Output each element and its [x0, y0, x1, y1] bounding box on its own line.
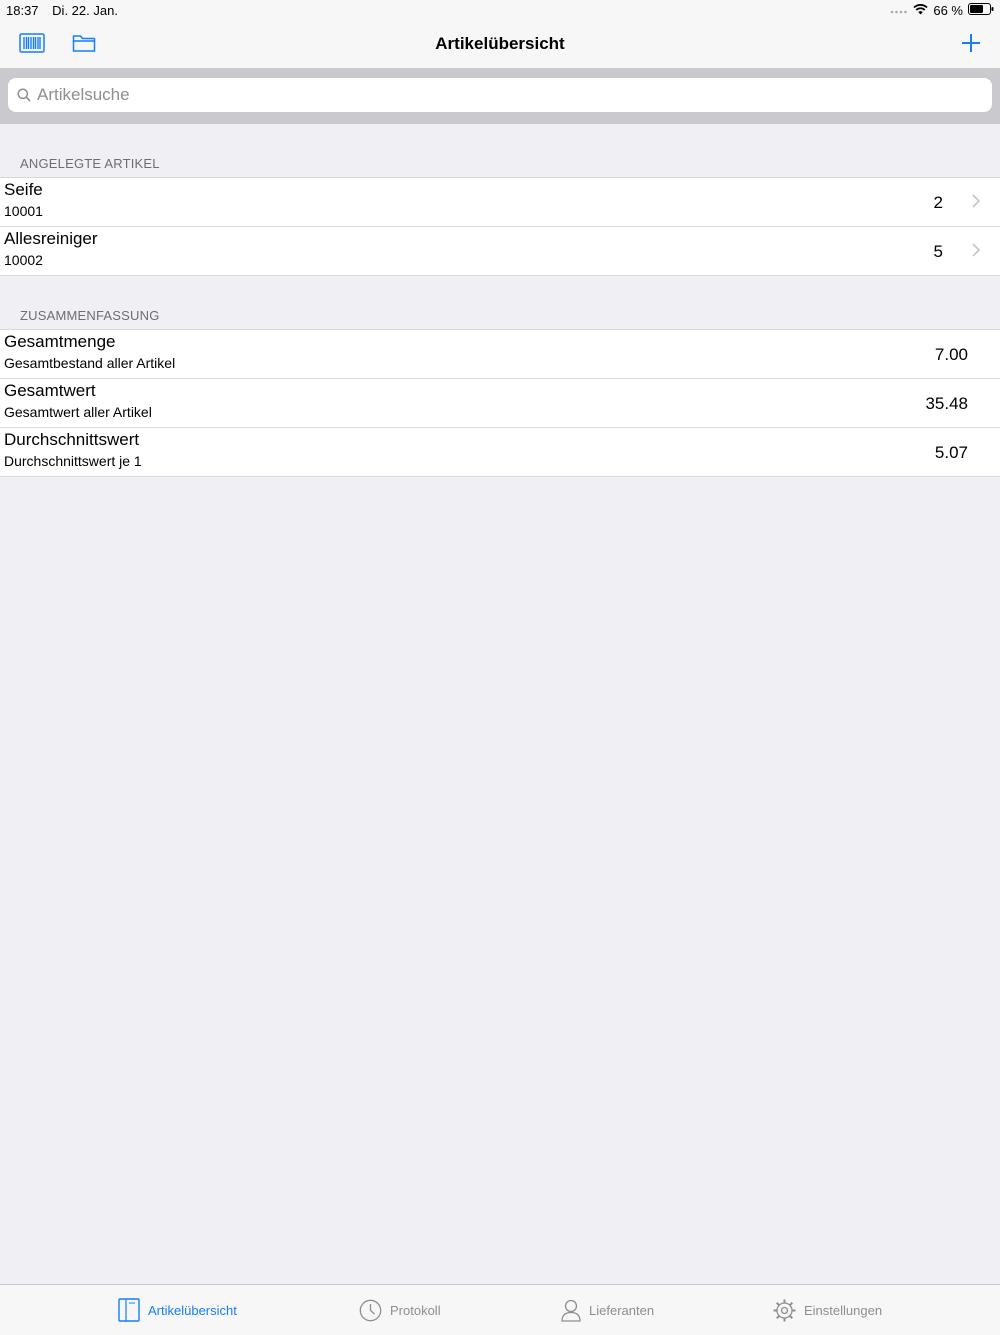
items-list: Seife 10001 2 Allesreiniger 10002 5: [0, 177, 1000, 276]
book-icon: [118, 1298, 140, 1322]
battery-icon: [968, 3, 994, 18]
signal-dots-icon: [890, 3, 908, 18]
status-left: 18:37 Di. 22. Jan.: [6, 3, 128, 18]
summary-row: Gesamtwert Gesamtwert aller Artikel 35.4…: [0, 379, 1000, 428]
tab-einstellungen[interactable]: Einstellungen: [773, 1297, 882, 1323]
page-title: Artikelübersicht: [435, 34, 565, 53]
status-time: 18:37: [6, 3, 39, 18]
search-input[interactable]: [37, 85, 937, 105]
tab-label: Lieferanten: [589, 1302, 655, 1318]
item-quantity: 2: [933, 193, 943, 212]
summary-value: 35.48: [925, 394, 968, 413]
wifi-icon: [913, 3, 928, 18]
tab-protokoll[interactable]: Protokoll: [359, 1297, 441, 1323]
summary-subtitle: Gesamtbestand aller Artikel: [4, 355, 176, 371]
summary-list: Gesamtmenge Gesamtbestand aller Artikel …: [0, 329, 1000, 477]
clock-icon: [359, 1299, 382, 1322]
navigation-bar: Artikelübersicht: [0, 22, 1000, 68]
item-quantity: 5: [933, 242, 943, 261]
search-bar: [0, 68, 1000, 124]
section-header-items: ANGELEGTE ARTIKEL: [20, 156, 160, 171]
tab-label: Einstellungen: [804, 1302, 883, 1318]
chevron-right-icon: [972, 243, 981, 262]
status-bar: 18:37 Di. 22. Jan. 66 %: [0, 0, 1000, 22]
chevron-right-icon: [972, 194, 981, 213]
summary-row: Gesamtmenge Gesamtbestand aller Artikel …: [0, 330, 1000, 379]
summary-subtitle: Gesamtwert aller Artikel: [4, 404, 152, 420]
summary-title: Gesamtmenge: [4, 332, 116, 351]
status-right: 66 %: [890, 3, 994, 18]
item-number: 10001: [4, 203, 43, 219]
section-header-summary: ZUSAMMENFASSUNG: [20, 308, 160, 323]
battery-percent: 66 %: [933, 3, 963, 18]
item-name: Seife: [4, 180, 43, 199]
summary-value: 5.07: [934, 443, 968, 462]
list-item[interactable]: Seife 10001 2: [0, 178, 1000, 227]
item-name: Allesreiniger: [4, 229, 98, 248]
person-icon: [561, 1299, 581, 1322]
search-icon: [17, 88, 31, 102]
summary-title: Durchschnittswert: [4, 430, 140, 449]
summary-title: Gesamtwert: [4, 381, 96, 400]
tab-lieferanten[interactable]: Lieferanten: [561, 1297, 654, 1323]
gear-icon: [773, 1299, 796, 1322]
plus-icon: [961, 33, 981, 58]
add-item-button[interactable]: [956, 32, 986, 58]
tab-label: Protokoll: [390, 1302, 441, 1318]
tab-bar: Artikelübersicht Protokoll Lieferanten E…: [0, 1284, 1000, 1335]
item-number: 10002: [4, 252, 43, 268]
tab-artikeluebersicht[interactable]: Artikelübersicht: [118, 1297, 237, 1323]
status-date: Di. 22. Jan.: [52, 3, 118, 18]
list-item[interactable]: Allesreiniger 10002 5: [0, 227, 1000, 275]
summary-value: 7.00: [934, 345, 968, 364]
search-field[interactable]: [8, 78, 992, 112]
tab-label: Artikelübersicht: [148, 1302, 237, 1318]
summary-row: Durchschnittswert Durchschnittswert je 1…: [0, 428, 1000, 476]
summary-subtitle: Durchschnittswert je 1: [4, 453, 142, 469]
